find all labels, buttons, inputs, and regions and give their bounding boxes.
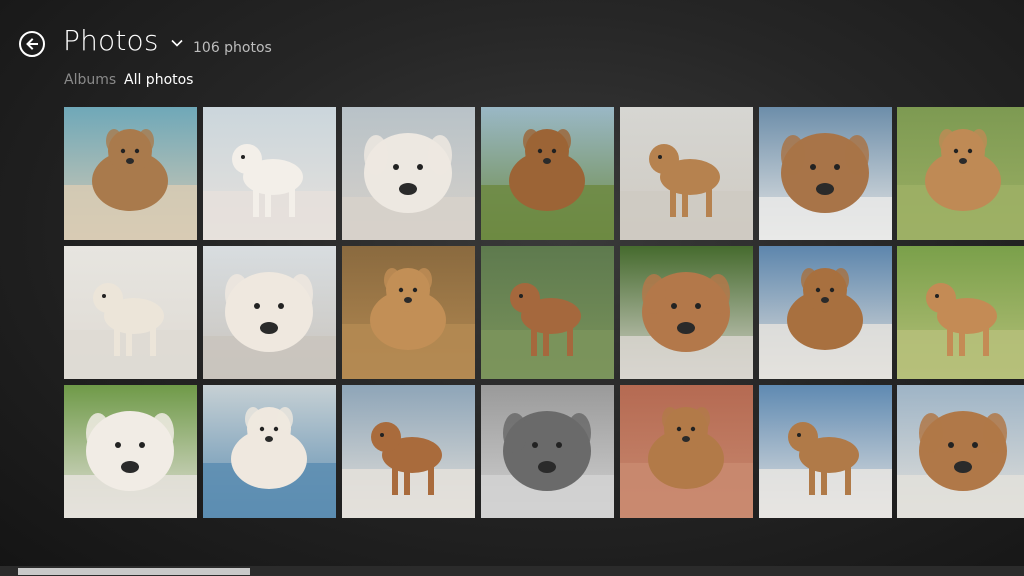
photo-thumbnail xyxy=(620,385,753,518)
scrollbar-thumb[interactable] xyxy=(18,568,250,575)
photo-thumbnail xyxy=(64,107,197,240)
photo-count: 106 photos xyxy=(193,40,272,56)
photo-tile[interactable] xyxy=(897,246,1024,379)
photo-thumbnail xyxy=(481,107,614,240)
photo-tile[interactable] xyxy=(64,107,197,240)
photo-thumbnail xyxy=(897,385,1024,518)
photo-thumbnail xyxy=(64,385,197,518)
photo-thumbnail xyxy=(203,107,336,240)
photo-thumbnail xyxy=(342,385,475,518)
photo-thumbnail xyxy=(897,246,1024,379)
photo-tile[interactable] xyxy=(759,246,892,379)
tab-all-photos[interactable]: All photos xyxy=(124,72,193,88)
photo-thumbnail xyxy=(203,246,336,379)
page-title[interactable]: Photos xyxy=(63,24,183,57)
photo-tile[interactable] xyxy=(759,385,892,518)
photo-thumbnail xyxy=(759,107,892,240)
tab-albums[interactable]: Albums xyxy=(64,72,116,88)
photo-tile[interactable] xyxy=(897,107,1024,240)
photo-thumbnail xyxy=(759,246,892,379)
photo-thumbnail xyxy=(342,246,475,379)
photo-thumbnail xyxy=(897,107,1024,240)
photo-tile[interactable] xyxy=(342,385,475,518)
photo-tile[interactable] xyxy=(481,107,614,240)
back-button[interactable] xyxy=(19,31,45,57)
photo-thumbnail xyxy=(481,246,614,379)
photo-thumbnail xyxy=(342,107,475,240)
photo-thumbnail xyxy=(620,246,753,379)
photo-thumbnail xyxy=(203,385,336,518)
photo-tile[interactable] xyxy=(481,246,614,379)
photo-thumbnail xyxy=(759,385,892,518)
photo-tile[interactable] xyxy=(759,107,892,240)
photo-thumbnail xyxy=(481,385,614,518)
photo-tile[interactable] xyxy=(897,385,1024,518)
photo-tile[interactable] xyxy=(342,246,475,379)
photo-thumbnail xyxy=(620,107,753,240)
photo-tile[interactable] xyxy=(203,246,336,379)
photo-tile[interactable] xyxy=(342,107,475,240)
photo-tile[interactable] xyxy=(203,107,336,240)
photo-tile[interactable] xyxy=(620,107,753,240)
photo-tile[interactable] xyxy=(64,385,197,518)
photo-tile[interactable] xyxy=(620,385,753,518)
photo-tile[interactable] xyxy=(64,246,197,379)
photo-tile[interactable] xyxy=(203,385,336,518)
chevron-down-icon xyxy=(171,39,183,47)
back-arrow-icon xyxy=(26,38,38,50)
photo-tile[interactable] xyxy=(481,385,614,518)
photo-thumbnail xyxy=(64,246,197,379)
page-title-label: Photos xyxy=(63,24,159,57)
photo-tile[interactable] xyxy=(620,246,753,379)
